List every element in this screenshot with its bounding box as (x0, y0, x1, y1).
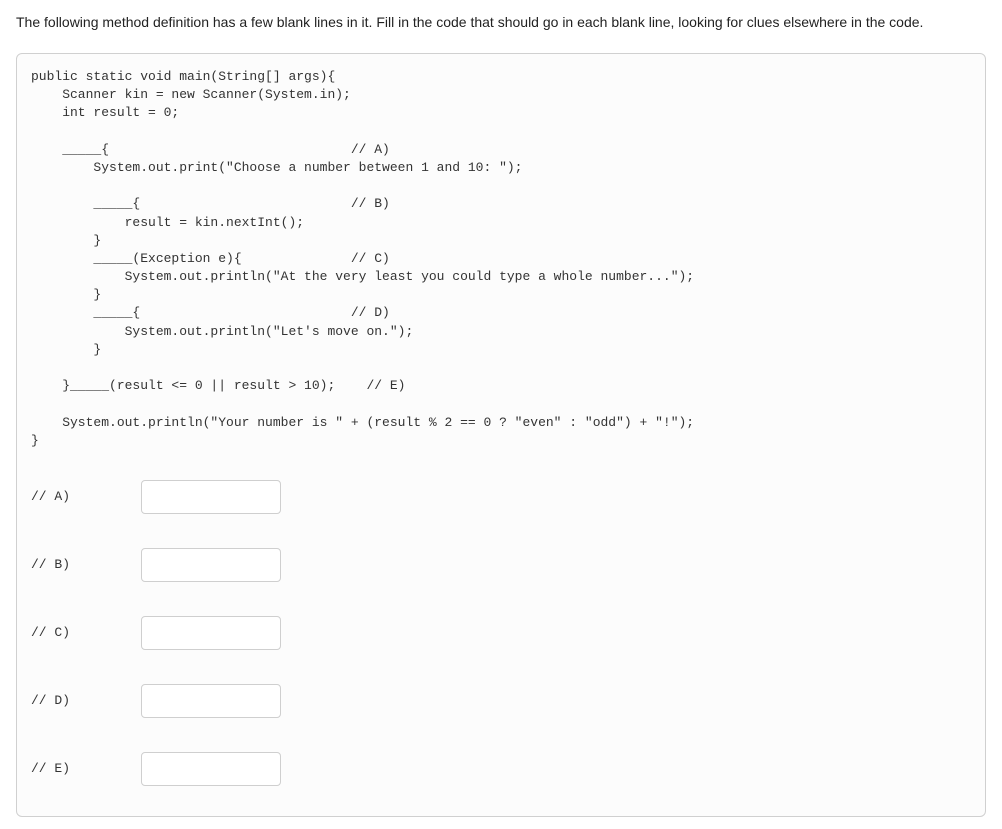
answer-input-e[interactable] (141, 752, 281, 786)
answer-row-a: // A) (31, 480, 971, 514)
answer-row-c: // C) (31, 616, 971, 650)
answer-label-d: // D) (31, 693, 141, 708)
answer-row-d: // D) (31, 684, 971, 718)
answer-input-d[interactable] (141, 684, 281, 718)
answer-label-b: // B) (31, 557, 141, 572)
answer-input-b[interactable] (141, 548, 281, 582)
code-block: public static void main(String[] args){ … (31, 68, 971, 450)
answer-label-c: // C) (31, 625, 141, 640)
answer-row-b: // B) (31, 548, 971, 582)
answer-input-c[interactable] (141, 616, 281, 650)
answer-row-e: // E) (31, 752, 971, 786)
answer-input-a[interactable] (141, 480, 281, 514)
question-text: The following method definition has a fe… (16, 12, 986, 33)
answer-label-a: // A) (31, 489, 141, 504)
problem-container: public static void main(String[] args){ … (16, 53, 986, 817)
answer-label-e: // E) (31, 761, 141, 776)
